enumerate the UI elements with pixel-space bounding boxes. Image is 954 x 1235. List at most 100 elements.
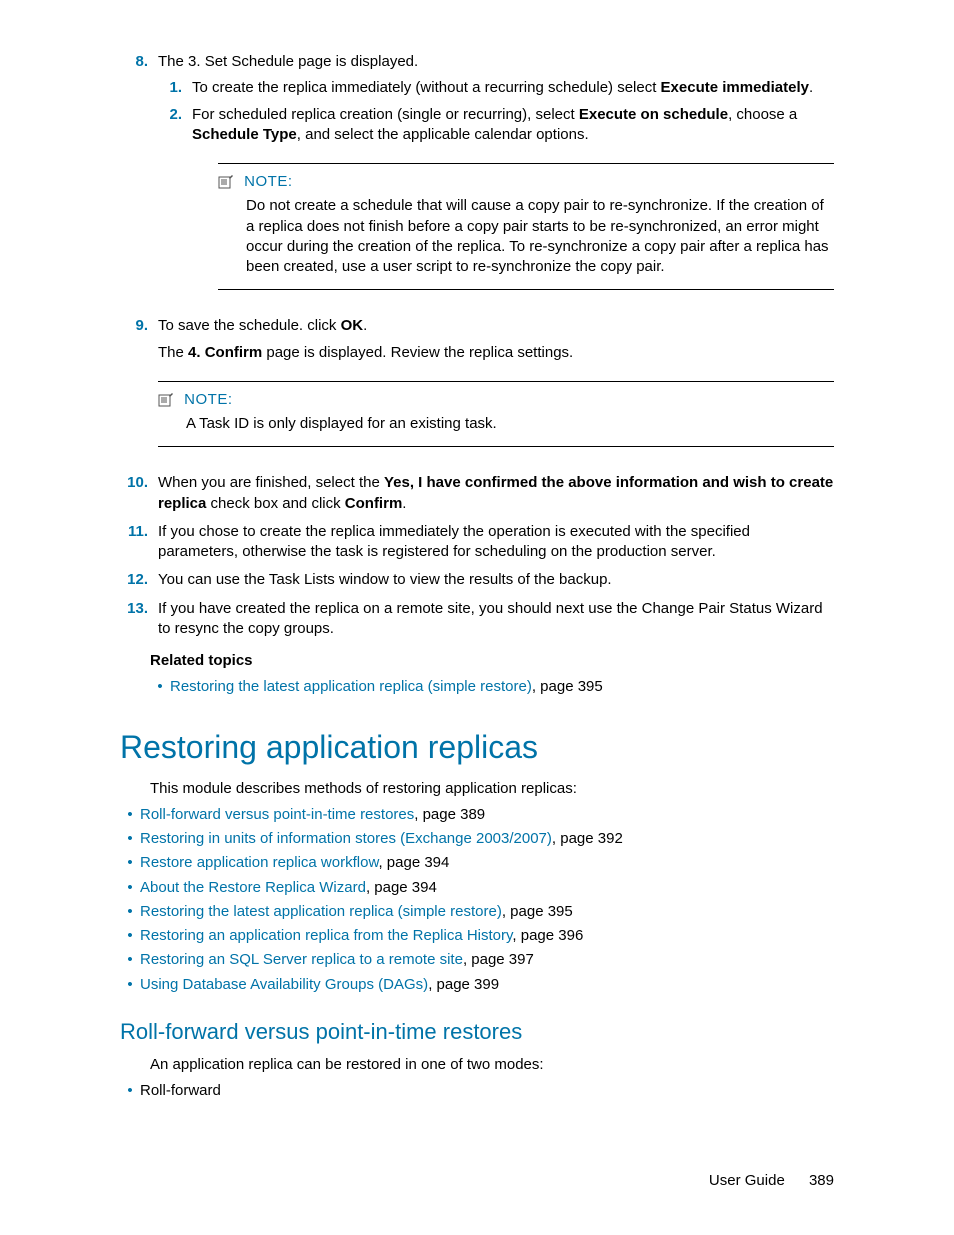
text: , page 394 <box>378 854 449 871</box>
text: , page 389 <box>414 806 485 823</box>
text: , page 392 <box>552 830 623 847</box>
list-item: •Restoring the latest application replic… <box>120 902 834 922</box>
text: check box and click <box>206 495 344 512</box>
bullet-icon: • <box>150 677 170 697</box>
text: To save the schedule. click <box>158 317 341 334</box>
step-12: 12. You can use the Task Lists window to… <box>120 570 834 590</box>
substep-number: 1. <box>158 78 192 98</box>
heading-roll-forward: Roll-forward versus point-in-time restor… <box>120 1017 834 1047</box>
bullet-icon: • <box>120 853 140 873</box>
bullet-icon: • <box>120 950 140 970</box>
list-body: Roll-forward <box>140 1081 834 1101</box>
text: , page 394 <box>366 879 437 896</box>
text: To create the replica immediately (witho… <box>192 79 661 96</box>
step-body: To save the schedule. click OK. The 4. C… <box>158 316 834 465</box>
link-restoring-latest[interactable]: Restoring the latest application replica… <box>140 903 502 920</box>
related-topics-list: • Restoring the latest application repli… <box>150 677 834 697</box>
bullet-icon: • <box>120 805 140 825</box>
list-item: •Roll-forward versus point-in-time resto… <box>120 805 834 825</box>
substep-number: 2. <box>158 105 192 146</box>
text: , page 395 <box>532 678 603 695</box>
page-number: 389 <box>809 1172 834 1189</box>
list-body: Restoring the latest application replica… <box>170 677 834 697</box>
step-body: You can use the Task Lists window to vie… <box>158 570 834 590</box>
note-body: A Task ID is only displayed for an exist… <box>158 414 834 434</box>
document-page: 8. The 3. Set Schedule page is displayed… <box>0 0 954 1235</box>
note-block: NOTE: Do not create a schedule that will… <box>218 163 834 290</box>
step-body: If you have created the replica on a rem… <box>158 599 834 640</box>
list-item: •Restoring an application replica from t… <box>120 926 834 946</box>
footer-label: User Guide <box>709 1172 785 1189</box>
note-icon <box>218 175 234 189</box>
bullet-icon: • <box>120 1081 140 1101</box>
list-body: Restoring the latest application replica… <box>140 902 834 922</box>
bold-text: Execute on schedule <box>579 106 728 123</box>
note-title: NOTE: <box>244 173 292 190</box>
step-number: 10. <box>120 473 158 514</box>
line: The 4. Confirm page is displayed. Review… <box>158 343 834 363</box>
bold-text: Confirm <box>345 495 403 512</box>
bold-text: 4. Confirm <box>188 344 262 361</box>
link-about-wizard[interactable]: About the Restore Replica Wizard <box>140 879 366 896</box>
text: . <box>402 495 406 512</box>
link-roll-forward[interactable]: Roll-forward versus point-in-time restor… <box>140 806 414 823</box>
step-10: 10. When you are finished, select the Ye… <box>120 473 834 514</box>
list-body: Restoring an SQL Server replica to a rem… <box>140 950 834 970</box>
list-item: • Restoring the latest application repli… <box>150 677 834 697</box>
list-body: About the Restore Replica Wizard, page 3… <box>140 878 834 898</box>
bullet-icon: • <box>120 902 140 922</box>
link-restore-workflow[interactable]: Restore application replica workflow <box>140 854 378 871</box>
heading-restoring-application-replicas: Restoring application replicas <box>120 726 834 769</box>
sub-step-2: 2. For scheduled replica creation (singl… <box>158 105 834 146</box>
bullet-icon: • <box>120 926 140 946</box>
step-number: 12. <box>120 570 158 590</box>
step-number: 13. <box>120 599 158 640</box>
list-item: •Restore application replica workflow, p… <box>120 853 834 873</box>
text: , page 397 <box>463 951 534 968</box>
page-footer: User Guide 389 <box>709 1171 834 1191</box>
note-header: NOTE: <box>218 172 834 192</box>
link-restoring-latest[interactable]: Restoring the latest application replica… <box>170 678 532 695</box>
list-item: •About the Restore Replica Wizard, page … <box>120 878 834 898</box>
subsection-intro: An application replica can be restored i… <box>150 1055 834 1075</box>
text: page is displayed. Review the replica se… <box>262 344 573 361</box>
text: The <box>158 344 188 361</box>
step-body: The 3. Set Schedule page is displayed. 1… <box>158 52 834 308</box>
list-body: Using Database Availability Groups (DAGs… <box>140 975 834 995</box>
step-body: If you chose to create the replica immed… <box>158 522 834 563</box>
list-body: Roll-forward versus point-in-time restor… <box>140 805 834 825</box>
text: . <box>363 317 367 334</box>
note-title: NOTE: <box>184 391 232 408</box>
text: , choose a <box>728 106 797 123</box>
link-restoring-sql[interactable]: Restoring an SQL Server replica to a rem… <box>140 951 463 968</box>
modes-list: •Roll-forward <box>120 1081 834 1101</box>
list-item: •Using Database Availability Groups (DAG… <box>120 975 834 995</box>
bullet-icon: • <box>120 878 140 898</box>
link-restoring-history[interactable]: Restoring an application replica from th… <box>140 927 512 944</box>
related-topics-title: Related topics <box>150 651 834 671</box>
bold-text: Execute immediately <box>661 79 809 96</box>
note-block: NOTE: A Task ID is only displayed for an… <box>158 381 834 448</box>
list-body: Restore application replica workflow, pa… <box>140 853 834 873</box>
link-restoring-units[interactable]: Restoring in units of information stores… <box>140 830 552 847</box>
step-9: 9. To save the schedule. click OK. The 4… <box>120 316 834 465</box>
text: For scheduled replica creation (single o… <box>192 106 579 123</box>
text: , page 395 <box>502 903 573 920</box>
text: , page 399 <box>428 976 499 993</box>
list-item: •Roll-forward <box>120 1081 834 1101</box>
sub-steps: 1. To create the replica immediately (wi… <box>158 78 834 145</box>
related-topics: Related topics • Restoring the latest ap… <box>150 651 834 698</box>
line: To save the schedule. click OK. <box>158 316 834 336</box>
note-header: NOTE: <box>158 390 834 410</box>
step-8: 8. The 3. Set Schedule page is displayed… <box>120 52 834 308</box>
bullet-icon: • <box>120 975 140 995</box>
section-intro: This module describes methods of restori… <box>150 779 834 799</box>
note-body: Do not create a schedule that will cause… <box>218 196 834 277</box>
step-13: 13. If you have created the replica on a… <box>120 599 834 640</box>
text: When you are finished, select the <box>158 474 384 491</box>
link-using-dags[interactable]: Using Database Availability Groups (DAGs… <box>140 976 428 993</box>
substep-body: For scheduled replica creation (single o… <box>192 105 834 146</box>
list-body: Restoring in units of information stores… <box>140 829 834 849</box>
list-item: •Restoring an SQL Server replica to a re… <box>120 950 834 970</box>
step-number: 9. <box>120 316 158 465</box>
